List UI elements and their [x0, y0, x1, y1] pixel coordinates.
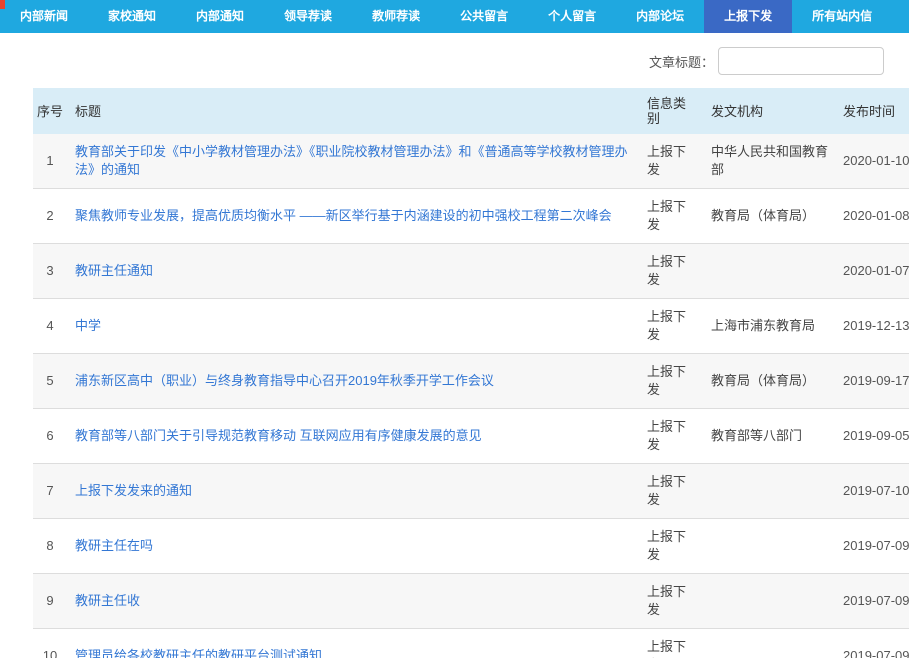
row-index: 10 [33, 629, 67, 658]
table-row: 7 上报下发发来的通知 上报下发 2019-07-10 [33, 464, 909, 519]
nav-item-1[interactable]: 家校通知 [88, 0, 176, 33]
article-title-input[interactable] [718, 47, 884, 75]
row-org [703, 574, 839, 629]
nav-item-4[interactable]: 教师荐读 [352, 0, 440, 33]
nav-item-0[interactable]: 内部新闻 [0, 0, 88, 33]
top-nav: 内部新闻家校通知内部通知领导荐读教师荐读公共留言个人留言内部论坛上报下发所有站内… [0, 0, 909, 33]
article-link[interactable]: 教育部等八部门关于引导规范教育移动 互联网应用有序健康发展的意见 [75, 428, 482, 443]
search-label: 文章标题： [649, 52, 714, 71]
row-type: 上报下发 [639, 134, 703, 189]
nav-item-6[interactable]: 个人留言 [528, 0, 616, 33]
article-link[interactable]: 教研主任在吗 [75, 538, 153, 553]
row-type: 上报下发 [639, 244, 703, 299]
row-type: 上报下发 [639, 189, 703, 244]
row-type: 上报下发 [639, 354, 703, 409]
table-row: 9 教研主任收 上报下发 2019-07-09 [33, 574, 909, 629]
row-org: 教育部等八部门 [703, 409, 839, 464]
nav-item-5[interactable]: 公共留言 [440, 0, 528, 33]
nav-item-3[interactable]: 领导荐读 [264, 0, 352, 33]
row-index: 8 [33, 519, 67, 574]
row-index: 9 [33, 574, 67, 629]
article-link[interactable]: 管理员给各校教研主任的教研平台测试通知 [75, 648, 322, 658]
nav-item-9[interactable]: 所有站内信 [792, 0, 892, 33]
corner-badge [0, 0, 5, 9]
header-type: 信息类别 [639, 88, 703, 134]
row-org: 教育局（体育局） [703, 189, 839, 244]
row-org: 上海市浦东教育局 [703, 299, 839, 354]
row-org: 中华人民共和国教育部 [703, 134, 839, 189]
row-org [703, 244, 839, 299]
row-org: 教育局（体育局） [703, 354, 839, 409]
row-type: 上报下发 [639, 519, 703, 574]
table-row: 2 聚焦教师专业发展，提高优质均衡水平 ——新区举行基于内涵建设的初中强校工程第… [33, 189, 909, 244]
table-row: 1 教育部关于印发《中小学教材管理办法》《职业院校教材管理办法》和《普通高等学校… [33, 134, 909, 189]
row-org [703, 519, 839, 574]
row-date: 2019-12-13 [839, 299, 909, 354]
row-index: 4 [33, 299, 67, 354]
row-date: 2019-09-17 [839, 354, 909, 409]
row-org [703, 629, 839, 658]
table-row: 5 浦东新区高中（职业）与终身教育指导中心召开2019年秋季开学工作会议 上报下… [33, 354, 909, 409]
row-date: 2020-01-08 [839, 189, 909, 244]
article-link[interactable]: 聚焦教师专业发展，提高优质均衡水平 ——新区举行基于内涵建设的初中强校工程第二次… [75, 208, 612, 223]
row-index: 1 [33, 134, 67, 189]
row-date: 2019-09-05 [839, 409, 909, 464]
article-link[interactable]: 浦东新区高中（职业）与终身教育指导中心召开2019年秋季开学工作会议 [75, 373, 494, 388]
row-index: 2 [33, 189, 67, 244]
table-row: 4 中学 上报下发 上海市浦东教育局 2019-12-13 [33, 299, 909, 354]
article-link[interactable]: 上报下发发来的通知 [75, 483, 192, 498]
row-date: 2019-07-09 [839, 574, 909, 629]
table-row: 6 教育部等八部门关于引导规范教育移动 互联网应用有序健康发展的意见 上报下发 … [33, 409, 909, 464]
search-bar: 文章标题： [0, 47, 884, 75]
article-link[interactable]: 教研主任收 [75, 593, 140, 608]
row-type: 上报下发 [639, 629, 703, 658]
article-link[interactable]: 教育部关于印发《中小学教材管理办法》《职业院校教材管理办法》和《普通高等学校教材… [75, 144, 628, 177]
row-date: 2019-07-10 [839, 464, 909, 519]
table-header-row: 序号 标题 信息类别 发文机构 发布时间 [33, 88, 909, 134]
table-row: 10 管理员给各校教研主任的教研平台测试通知 上报下发 2019-07-09 [33, 629, 909, 658]
row-type: 上报下发 [639, 299, 703, 354]
header-date: 发布时间 [839, 88, 909, 134]
row-index: 5 [33, 354, 67, 409]
notice-table: 序号 标题 信息类别 发文机构 发布时间 1 教育部关于印发《中小学教材管理办法… [33, 88, 909, 658]
nav-item-8[interactable]: 上报下发 [704, 0, 792, 33]
header-title: 标题 [67, 88, 639, 134]
article-link[interactable]: 教研主任通知 [75, 263, 153, 278]
row-date: 2020-01-10 [839, 134, 909, 189]
article-link[interactable]: 中学 [75, 318, 101, 333]
row-index: 6 [33, 409, 67, 464]
row-type: 上报下发 [639, 574, 703, 629]
header-no: 序号 [33, 88, 67, 134]
nav-item-2[interactable]: 内部通知 [176, 0, 264, 33]
row-date: 2020-01-07 [839, 244, 909, 299]
row-type: 上报下发 [639, 409, 703, 464]
row-org [703, 464, 839, 519]
table-row: 3 教研主任通知 上报下发 2020-01-07 [33, 244, 909, 299]
row-type: 上报下发 [639, 464, 703, 519]
nav-item-7[interactable]: 内部论坛 [616, 0, 704, 33]
header-org: 发文机构 [703, 88, 839, 134]
row-date: 2019-07-09 [839, 629, 909, 658]
table-row: 8 教研主任在吗 上报下发 2019-07-09 [33, 519, 909, 574]
row-index: 3 [33, 244, 67, 299]
row-date: 2019-07-09 [839, 519, 909, 574]
row-index: 7 [33, 464, 67, 519]
